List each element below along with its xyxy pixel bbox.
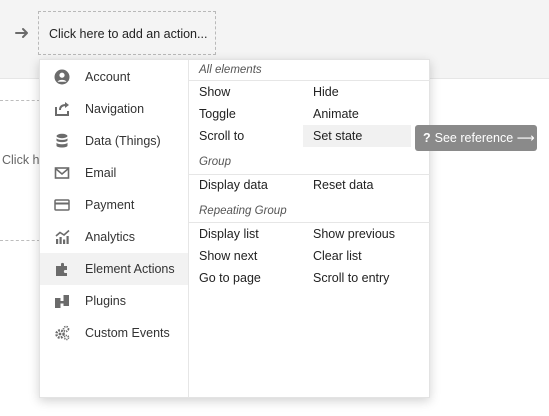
navigation-icon <box>55 102 69 116</box>
plugins-icon <box>55 295 69 308</box>
dashed-divider <box>0 100 40 101</box>
category-label: Analytics <box>85 230 136 244</box>
category-analytics[interactable]: Analytics <box>40 221 188 253</box>
action-animate[interactable]: Animate <box>313 103 425 125</box>
category-data[interactable]: Data (Things) <box>40 125 188 157</box>
category-label: Data (Things) <box>85 134 161 148</box>
dashed-divider <box>0 240 40 241</box>
category-plugins[interactable]: Plugins <box>40 285 188 317</box>
category-account[interactable]: Account <box>40 61 188 93</box>
action-show[interactable]: Show <box>199 81 311 103</box>
category-navigation[interactable]: Navigation <box>40 93 188 125</box>
category-email[interactable]: Email <box>40 157 188 189</box>
section-title-group: Group <box>199 156 231 168</box>
background-text: Click h <box>2 153 40 167</box>
action-go-to-page[interactable]: Go to page <box>199 267 311 289</box>
analytics-icon <box>55 229 70 244</box>
category-label: Navigation <box>85 102 145 116</box>
email-icon <box>54 167 70 179</box>
add-action-slot[interactable]: Click here to add an action... <box>38 11 216 55</box>
category-list: Account Navigation Data (Things) Email P… <box>40 60 189 397</box>
category-label: Element Actions <box>85 262 175 276</box>
action-reset-data[interactable]: Reset data <box>313 174 425 196</box>
category-label: Account <box>85 70 131 84</box>
action-toggle[interactable]: Toggle <box>199 103 311 125</box>
category-payment[interactable]: Payment <box>40 189 188 221</box>
category-label: Payment <box>85 198 135 212</box>
category-custom-events[interactable]: Custom Events <box>40 317 188 349</box>
section-title-all-elements: All elements <box>199 64 262 76</box>
action-display-data[interactable]: Display data <box>199 174 311 196</box>
credit-card-icon <box>54 199 70 211</box>
action-hide[interactable]: Hide <box>313 81 425 103</box>
account-icon <box>54 69 70 85</box>
category-label: Plugins <box>85 294 126 308</box>
action-show-next[interactable]: Show next <box>199 245 311 267</box>
category-label: Custom Events <box>85 326 170 340</box>
arrow-right-icon <box>15 28 28 38</box>
see-reference-button[interactable]: ? See reference ⟶ <box>415 125 537 151</box>
action-scroll-to-entry[interactable]: Scroll to entry <box>313 267 425 289</box>
gears-icon <box>55 325 70 341</box>
action-display-list[interactable]: Display list <box>199 223 311 245</box>
category-label: Email <box>85 166 117 180</box>
category-element-actions[interactable]: Element Actions <box>40 253 188 285</box>
action-show-previous[interactable]: Show previous <box>313 223 425 245</box>
action-clear-list[interactable]: Clear list <box>313 245 425 267</box>
section-title-repeating-group: Repeating Group <box>199 205 287 217</box>
element-actions-icon <box>56 262 67 276</box>
action-scroll-to[interactable]: Scroll to <box>199 125 311 147</box>
action-menu: Account Navigation Data (Things) Email P… <box>39 59 430 398</box>
action-set-state[interactable]: Set state <box>303 125 411 147</box>
see-reference-label: See reference ⟶ <box>434 131 535 145</box>
database-icon <box>56 133 68 148</box>
question-icon: ? <box>423 131 431 145</box>
